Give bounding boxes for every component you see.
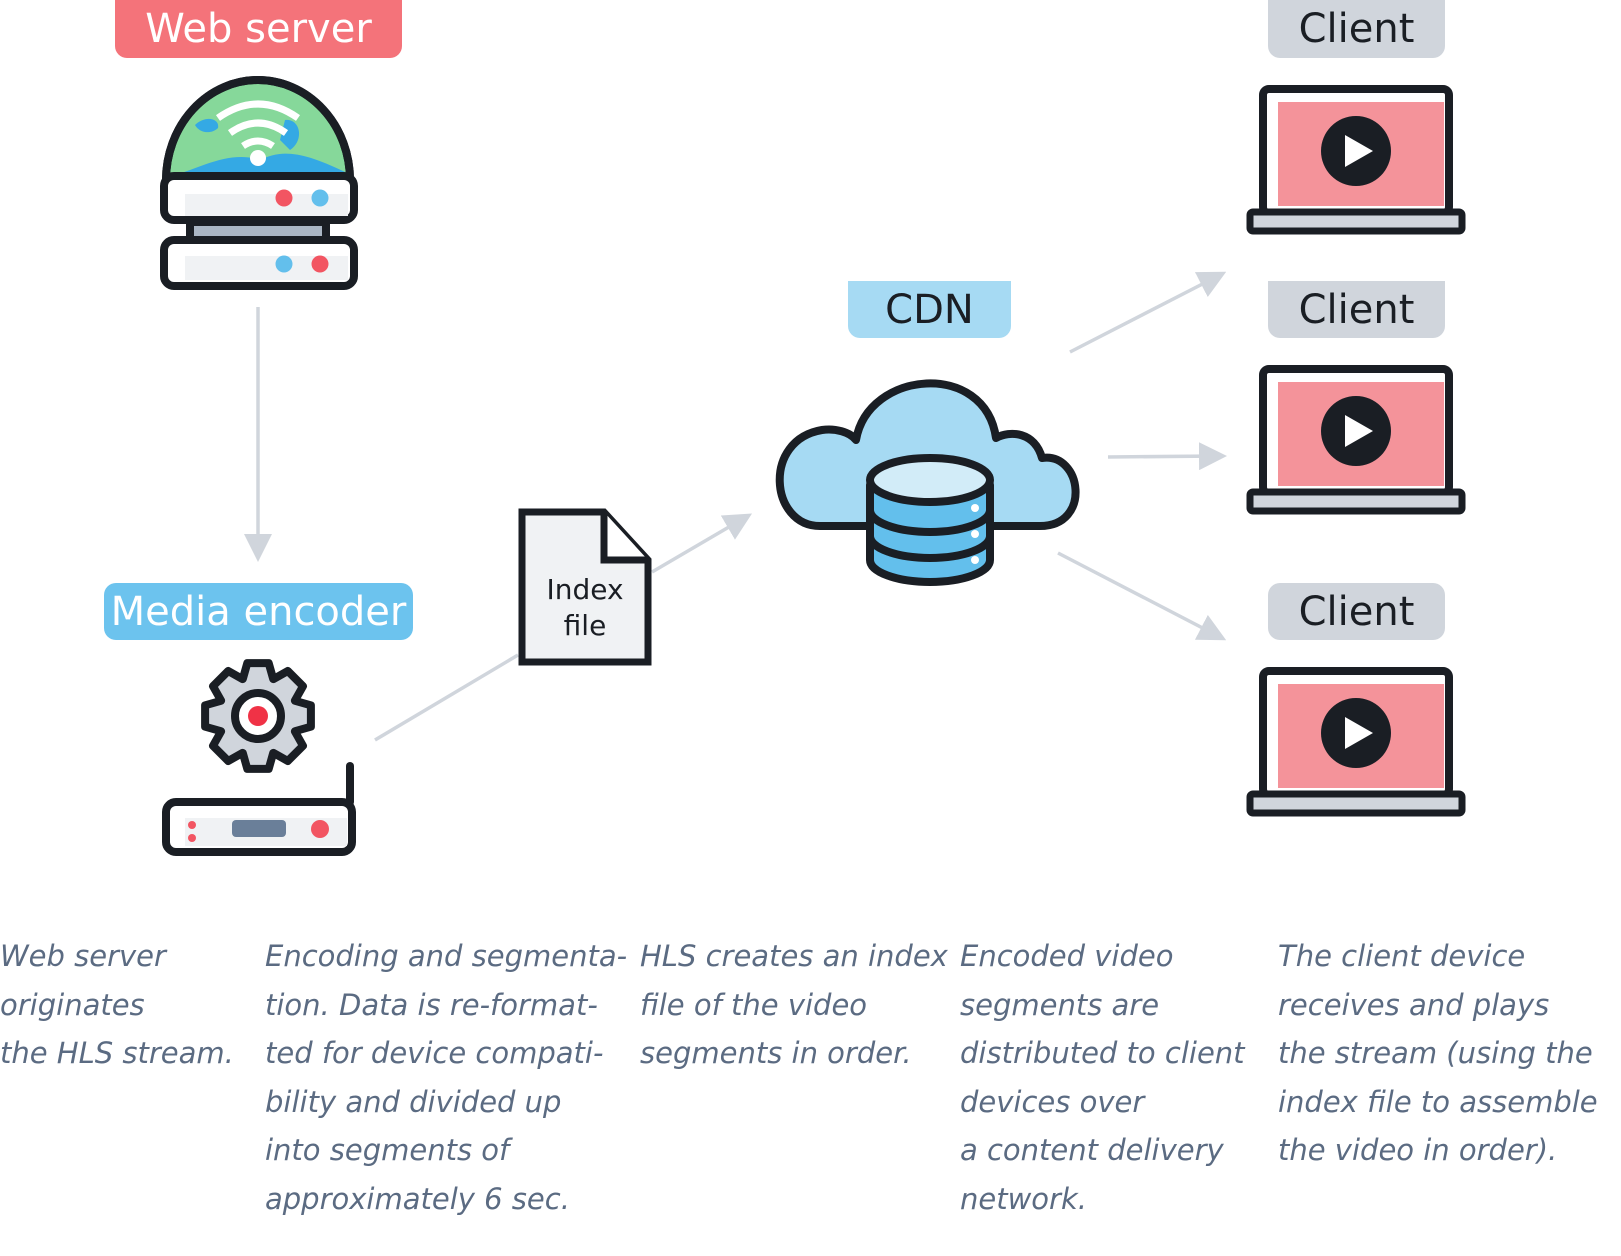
caption-line: a content delivery [960, 1133, 1224, 1167]
globe-server-icon [160, 76, 358, 290]
web-server-label: Web server [115, 0, 402, 58]
caption-5: The client device receives and plays the s… [1278, 932, 1598, 1175]
arrow-index-to-cdn [651, 513, 753, 574]
caption-line: bility and divided up [265, 1084, 562, 1119]
index-file-label-line: Index [546, 573, 624, 606]
arrow-cdn-to-client-1 [1069, 271, 1227, 354]
caption-line: receives and plays [1278, 987, 1550, 1022]
caption-line: segments are [960, 987, 1160, 1022]
caption-line: devices over [960, 1084, 1145, 1119]
caption-3: HLS creates an index file of the video seg… [640, 932, 948, 1078]
caption-line: into segments of [265, 1133, 510, 1167]
gear-icon [201, 659, 315, 773]
caption-line: HLS creates an index [640, 939, 948, 973]
caption-line: originates [0, 987, 145, 1022]
caption-line: the HLS stream. [0, 1036, 234, 1070]
caption-1: Web server originates the HLS stream. [0, 932, 234, 1078]
client-label-3: Client [1268, 583, 1445, 640]
caption-line: segments in order. [640, 1036, 912, 1070]
caption-line: Encoded video [960, 939, 1174, 973]
caption-line: index file to assemble [1278, 1084, 1598, 1119]
arrow-encoder-to-index [374, 653, 519, 742]
laptop-play-icon [1246, 667, 1466, 817]
caption-2: Encoding and segmenta-tion. Data is re-f… [265, 932, 627, 1223]
caption-line: Web server [0, 939, 166, 973]
cloud-database-icon [775, 379, 1080, 586]
caption-4: Encoded video segments are distributed to … [960, 932, 1245, 1223]
caption-line: The client device [1278, 939, 1526, 973]
caption-line: network. [960, 1181, 1087, 1216]
client-label-1: Client [1268, 0, 1445, 58]
arrow-cdn-to-client-3 [1057, 551, 1227, 641]
caption-line: Encoding and segmenta- [265, 939, 628, 973]
caption-line: the video in order). [1278, 1133, 1558, 1167]
caption-line: distributed to client [960, 1036, 1245, 1070]
caption-line: ted for device compati- [265, 1036, 604, 1070]
caption-line: approximately 6 sec. [265, 1181, 570, 1216]
arrow-cdn-to-client-2 [1107, 442, 1227, 471]
caption-line: file of the video [640, 987, 868, 1022]
caption-line: the stream (using the [1278, 1036, 1593, 1070]
caption-line: tion. Data is re-format- [265, 987, 598, 1022]
media-encoder-label: Media encoder [104, 583, 413, 640]
laptop-play-icon [1246, 365, 1466, 515]
cdn-label: CDN [848, 281, 1011, 338]
laptop-play-icon [1246, 85, 1466, 235]
client-label-2: Client [1268, 281, 1445, 338]
index-file-label-line: file [563, 609, 607, 642]
index-file-label: Index file [520, 572, 650, 644]
encoder-box-icon [162, 762, 356, 856]
